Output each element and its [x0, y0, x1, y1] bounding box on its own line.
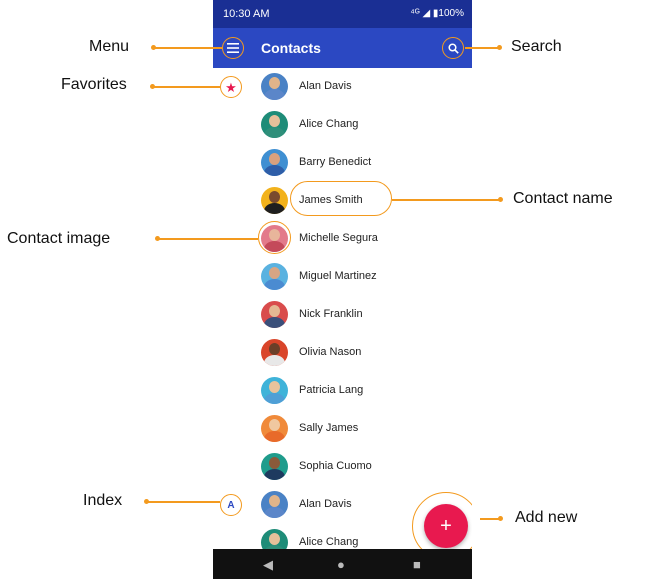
- back-icon[interactable]: ◀: [263, 557, 273, 573]
- page-title: Contacts: [261, 40, 321, 56]
- callout-favorites: Favorites: [61, 76, 127, 93]
- contact-avatar: [261, 111, 288, 138]
- contact-name: Sally James: [299, 422, 359, 434]
- plus-icon: +: [440, 514, 452, 537]
- contact-row[interactable]: Sally James: [213, 410, 472, 448]
- index-letter[interactable]: A: [220, 494, 242, 516]
- contact-row[interactable]: Alice Chang: [213, 106, 472, 144]
- home-icon[interactable]: ●: [337, 557, 345, 572]
- contact-name: Olivia Nason: [299, 346, 362, 358]
- status-time: 10:30 AM: [223, 8, 270, 20]
- contact-row[interactable]: ★ Alan Davis: [213, 68, 472, 106]
- contact-name: Nick Franklin: [299, 308, 363, 320]
- callout-line: [158, 238, 258, 240]
- callout-line: [480, 518, 500, 520]
- contact-name: Alan Davis: [299, 498, 352, 510]
- contact-row[interactable]: Miguel Martinez: [213, 258, 472, 296]
- status-icons: ⁴ᴳ ◢ ▮100%: [410, 8, 464, 19]
- contact-row[interactable]: Patricia Lang: [213, 372, 472, 410]
- callout-dot: [498, 197, 503, 202]
- status-bar: 10:30 AM ⁴ᴳ ◢ ▮100%: [213, 0, 472, 28]
- recents-icon[interactable]: ■: [413, 557, 421, 572]
- contact-name: Alice Chang: [299, 536, 359, 548]
- add-contact-button[interactable]: +: [424, 504, 468, 548]
- callout-index: Index: [83, 492, 123, 509]
- callout-dot: [498, 516, 503, 521]
- contact-avatar: [261, 377, 288, 404]
- callout-add-new: Add new: [515, 509, 578, 526]
- contact-name: Alan Davis: [299, 80, 352, 92]
- contact-name: Patricia Lang: [299, 384, 364, 396]
- callout-contact-name: Contact name: [513, 190, 613, 207]
- callout-line: [154, 47, 222, 49]
- contact-row[interactable]: Barry Benedict: [213, 144, 472, 182]
- menu-button[interactable]: [222, 37, 244, 59]
- callout-contact-image: Contact image: [7, 230, 111, 247]
- contact-row[interactable]: Sophia Cuomo: [213, 448, 472, 486]
- callout-menu: Menu: [89, 38, 130, 55]
- callout-search: Search: [511, 38, 562, 55]
- callout-dot: [497, 45, 502, 50]
- contact-avatar: [261, 415, 288, 442]
- contact-name: Sophia Cuomo: [299, 460, 372, 472]
- contact-avatar: [261, 263, 288, 290]
- contact-avatar: [261, 73, 288, 100]
- favorites-button[interactable]: ★: [220, 76, 242, 98]
- contact-name: Alice Chang: [299, 118, 359, 130]
- contact-name: Michelle Segura: [299, 232, 378, 244]
- contact-avatar: [261, 187, 288, 214]
- star-icon: ★: [225, 79, 237, 95]
- app-bar: Contacts: [213, 28, 472, 68]
- contact-avatar: [261, 149, 288, 176]
- callout-line: [465, 47, 499, 49]
- hamburger-icon: [227, 43, 239, 53]
- contact-image-highlight: [258, 221, 291, 254]
- contact-row[interactable]: Nick Franklin: [213, 296, 472, 334]
- contact-name: Miguel Martinez: [299, 270, 377, 282]
- callout-line: [392, 199, 500, 201]
- search-button[interactable]: [442, 37, 464, 59]
- contact-avatar: [261, 339, 288, 366]
- search-icon: [447, 42, 459, 54]
- contact-row[interactable]: Olivia Nason: [213, 334, 472, 372]
- contact-avatar: [261, 301, 288, 328]
- phone-screen: 10:30 AM ⁴ᴳ ◢ ▮100% Contacts ★ Alan Davis…: [213, 0, 472, 579]
- contact-avatar: [261, 453, 288, 480]
- contact-avatar: [261, 491, 288, 518]
- callout-line: [147, 501, 220, 503]
- nav-bar: ◀ ● ■: [213, 549, 472, 579]
- contact-name-highlight: [290, 181, 392, 216]
- contact-name: Barry Benedict: [299, 156, 372, 168]
- callout-line: [153, 86, 220, 88]
